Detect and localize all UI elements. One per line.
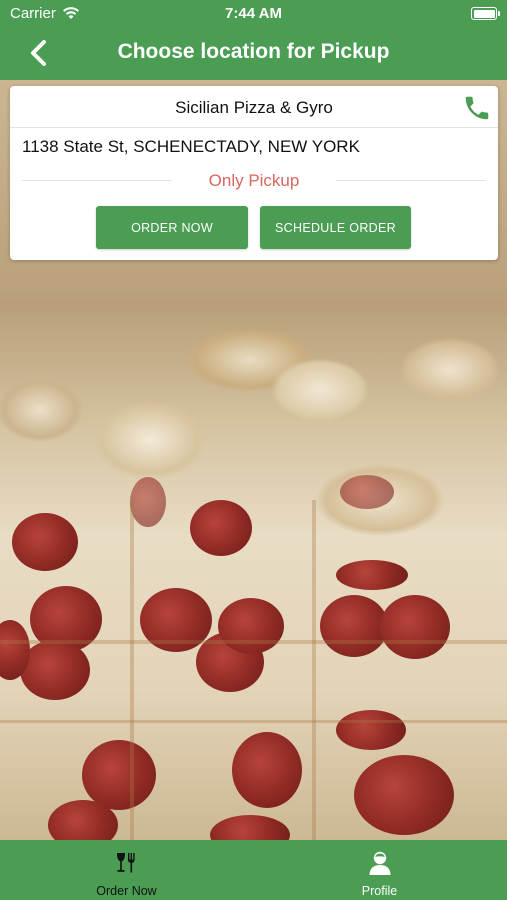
utensils-icon: [116, 853, 135, 873]
tab-profile[interactable]: Profile: [253, 840, 506, 900]
location-card: Sicilian Pizza & Gyro 1138 State St, SCH…: [10, 86, 498, 260]
pickup-type-row: Only Pickup: [10, 170, 498, 192]
battery-icon: [471, 7, 500, 20]
tab-label: Order Now: [96, 884, 157, 898]
page-title: Choose location for Pickup: [117, 40, 390, 63]
user-icon: [369, 851, 390, 875]
clock: 7:44 AM: [225, 5, 282, 22]
nav-bar: Choose location for Pickup: [0, 28, 507, 80]
divider: [336, 180, 486, 181]
pickup-type-label: Only Pickup: [208, 171, 300, 190]
divider: [10, 127, 498, 128]
order-now-button[interactable]: ORDER NOW: [96, 206, 248, 249]
tab-order-now[interactable]: Order Now: [0, 840, 253, 900]
bottom-tab-bar: Order Now Profile: [0, 840, 507, 900]
status-bar: Carrier 7:44 AM: [0, 0, 507, 28]
phone-icon: [465, 96, 489, 120]
store-name: Sicilian Pizza & Gyro: [175, 98, 333, 117]
store-address: 1138 State St, SCHENECTADY, NEW YORK: [22, 137, 360, 156]
call-button[interactable]: [462, 93, 492, 123]
tab-label: Profile: [361, 884, 398, 898]
schedule-order-button[interactable]: SCHEDULE ORDER: [260, 206, 411, 249]
